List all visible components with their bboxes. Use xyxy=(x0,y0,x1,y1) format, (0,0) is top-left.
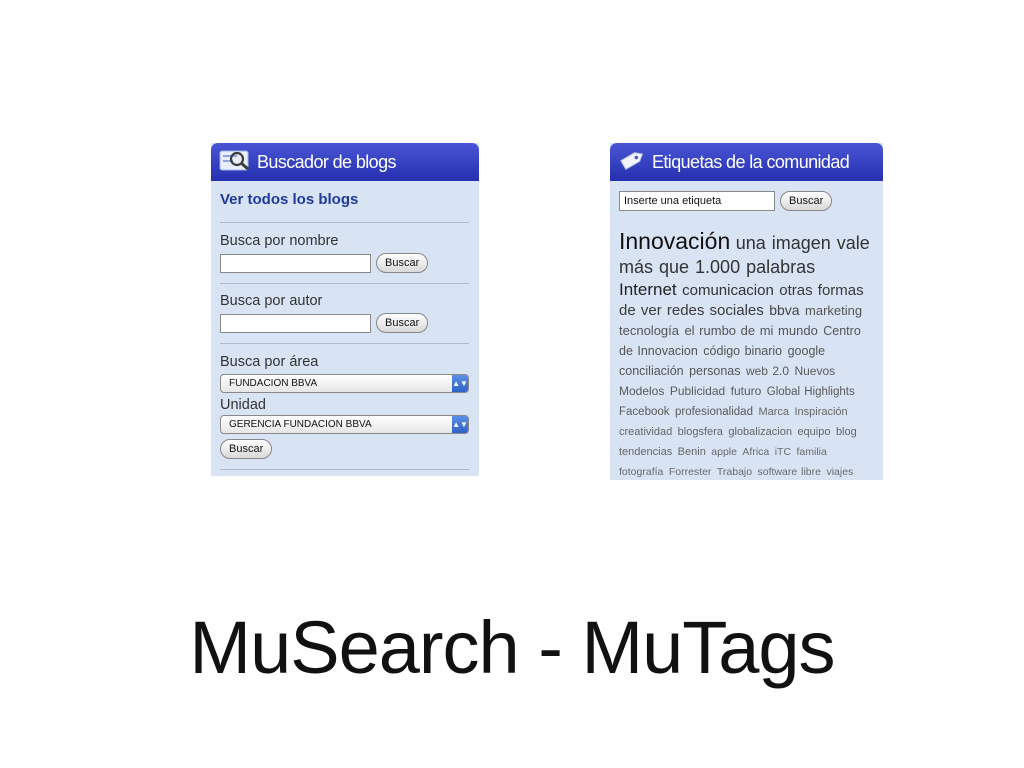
tag-link[interactable]: Publicidad xyxy=(670,384,725,398)
search-by-author-row: Buscar xyxy=(220,313,479,333)
search-by-name-row: Buscar xyxy=(220,253,479,273)
tag-link[interactable]: blog xyxy=(836,426,857,438)
tag-link[interactable]: Inspiración xyxy=(794,406,847,418)
slide-title: MuSearch - MuTags xyxy=(189,606,835,689)
tag-icon xyxy=(618,148,646,177)
tag-link[interactable]: Global Highlights xyxy=(767,386,855,398)
unit-select[interactable]: GERENCIA FUNDACION BBVA ▲▼ xyxy=(220,415,469,434)
select-arrows-icon: ▲▼ xyxy=(452,375,468,392)
tag-link[interactable]: Facebook xyxy=(619,406,670,418)
tag-search-row: Inserte una etiqueta Buscar xyxy=(619,191,883,211)
search-by-name-label: Busca por nombre xyxy=(220,233,339,249)
tag-search-input[interactable]: Inserte una etiqueta xyxy=(619,191,775,211)
search-by-area-label: Busca por área xyxy=(220,354,319,370)
tag-link[interactable]: web 2.0 xyxy=(746,364,789,378)
tag-link[interactable]: marketing xyxy=(805,303,862,318)
tag-link[interactable]: Trabajo xyxy=(717,466,752,478)
tag-link[interactable]: futuro xyxy=(731,384,762,398)
blog-search-widget: Buscador de blogs Ver todos los blogs Bu… xyxy=(211,143,479,476)
blog-search-header: Buscador de blogs xyxy=(211,143,479,181)
tag-cloud: Innovación una imagen vale más que 1.000… xyxy=(619,227,875,480)
tag-link[interactable]: bbva xyxy=(769,302,799,318)
search-by-area-row: Buscar xyxy=(220,439,479,459)
tag-link[interactable]: conciliación xyxy=(619,364,684,378)
tag-link[interactable]: apple xyxy=(711,446,737,458)
tag-link[interactable]: creatividad xyxy=(619,426,672,438)
search-by-author-label: Busca por autor xyxy=(220,293,323,309)
blog-search-title: Buscador de blogs xyxy=(257,151,397,172)
divider xyxy=(220,343,469,344)
search-by-author-button[interactable]: Buscar xyxy=(376,313,429,333)
divider xyxy=(220,222,469,223)
search-by-area-button[interactable]: Buscar xyxy=(220,439,273,459)
tag-link[interactable]: fotografía xyxy=(619,466,663,478)
tag-link[interactable]: Internet xyxy=(619,280,677,299)
tag-link[interactable]: profesionalidad xyxy=(675,406,753,418)
tag-link[interactable]: comunicacion xyxy=(682,282,774,299)
tag-link[interactable]: iTC xyxy=(775,446,791,458)
tag-link[interactable]: software libre xyxy=(758,466,821,478)
unit-select-value: GERENCIA FUNDACION BBVA xyxy=(229,419,372,430)
divider xyxy=(220,469,469,470)
tag-link[interactable]: tecnología xyxy=(619,323,679,338)
community-tags-title: Etiquetas de la comunidad xyxy=(652,151,850,172)
search-by-name-button[interactable]: Buscar xyxy=(376,253,429,273)
tag-link[interactable]: Forrester xyxy=(669,466,712,478)
tag-link[interactable]: código binario xyxy=(703,344,782,358)
tag-link[interactable]: el rumbo de mi mundo xyxy=(684,323,817,338)
tag-link[interactable]: blogsfera xyxy=(678,426,723,438)
tag-link[interactable]: personas xyxy=(689,364,740,378)
community-tags-widget: Etiquetas de la comunidad Inserte una et… xyxy=(610,143,883,480)
tag-link[interactable]: Marca xyxy=(758,406,789,418)
tag-link[interactable]: familia xyxy=(797,446,827,458)
tag-link[interactable]: Africa xyxy=(742,446,769,458)
divider xyxy=(220,283,469,284)
tag-link[interactable]: Innovación xyxy=(619,228,730,254)
tag-link[interactable]: globalizacion xyxy=(728,426,792,438)
search-by-author-input[interactable] xyxy=(220,313,371,333)
area-select[interactable]: FUNDACION BBVA ▲▼ xyxy=(220,374,469,393)
tag-link[interactable]: google xyxy=(788,344,826,358)
tag-link[interactable]: viajes xyxy=(826,466,853,478)
search-by-name-input[interactable] xyxy=(220,253,371,273)
tag-search-button[interactable]: Buscar xyxy=(780,191,833,211)
select-arrows-icon: ▲▼ xyxy=(452,416,468,433)
unit-label: Unidad xyxy=(220,397,266,413)
tag-link[interactable]: Benin xyxy=(678,446,706,458)
tag-link[interactable]: equipo xyxy=(797,426,830,438)
community-tags-header: Etiquetas de la comunidad xyxy=(610,143,883,181)
tag-link[interactable]: tendencias xyxy=(619,446,672,458)
magnifier-icon xyxy=(219,148,251,177)
area-select-value: FUNDACION BBVA xyxy=(229,378,318,389)
view-all-blogs-link[interactable]: Ver todos los blogs xyxy=(220,191,479,208)
